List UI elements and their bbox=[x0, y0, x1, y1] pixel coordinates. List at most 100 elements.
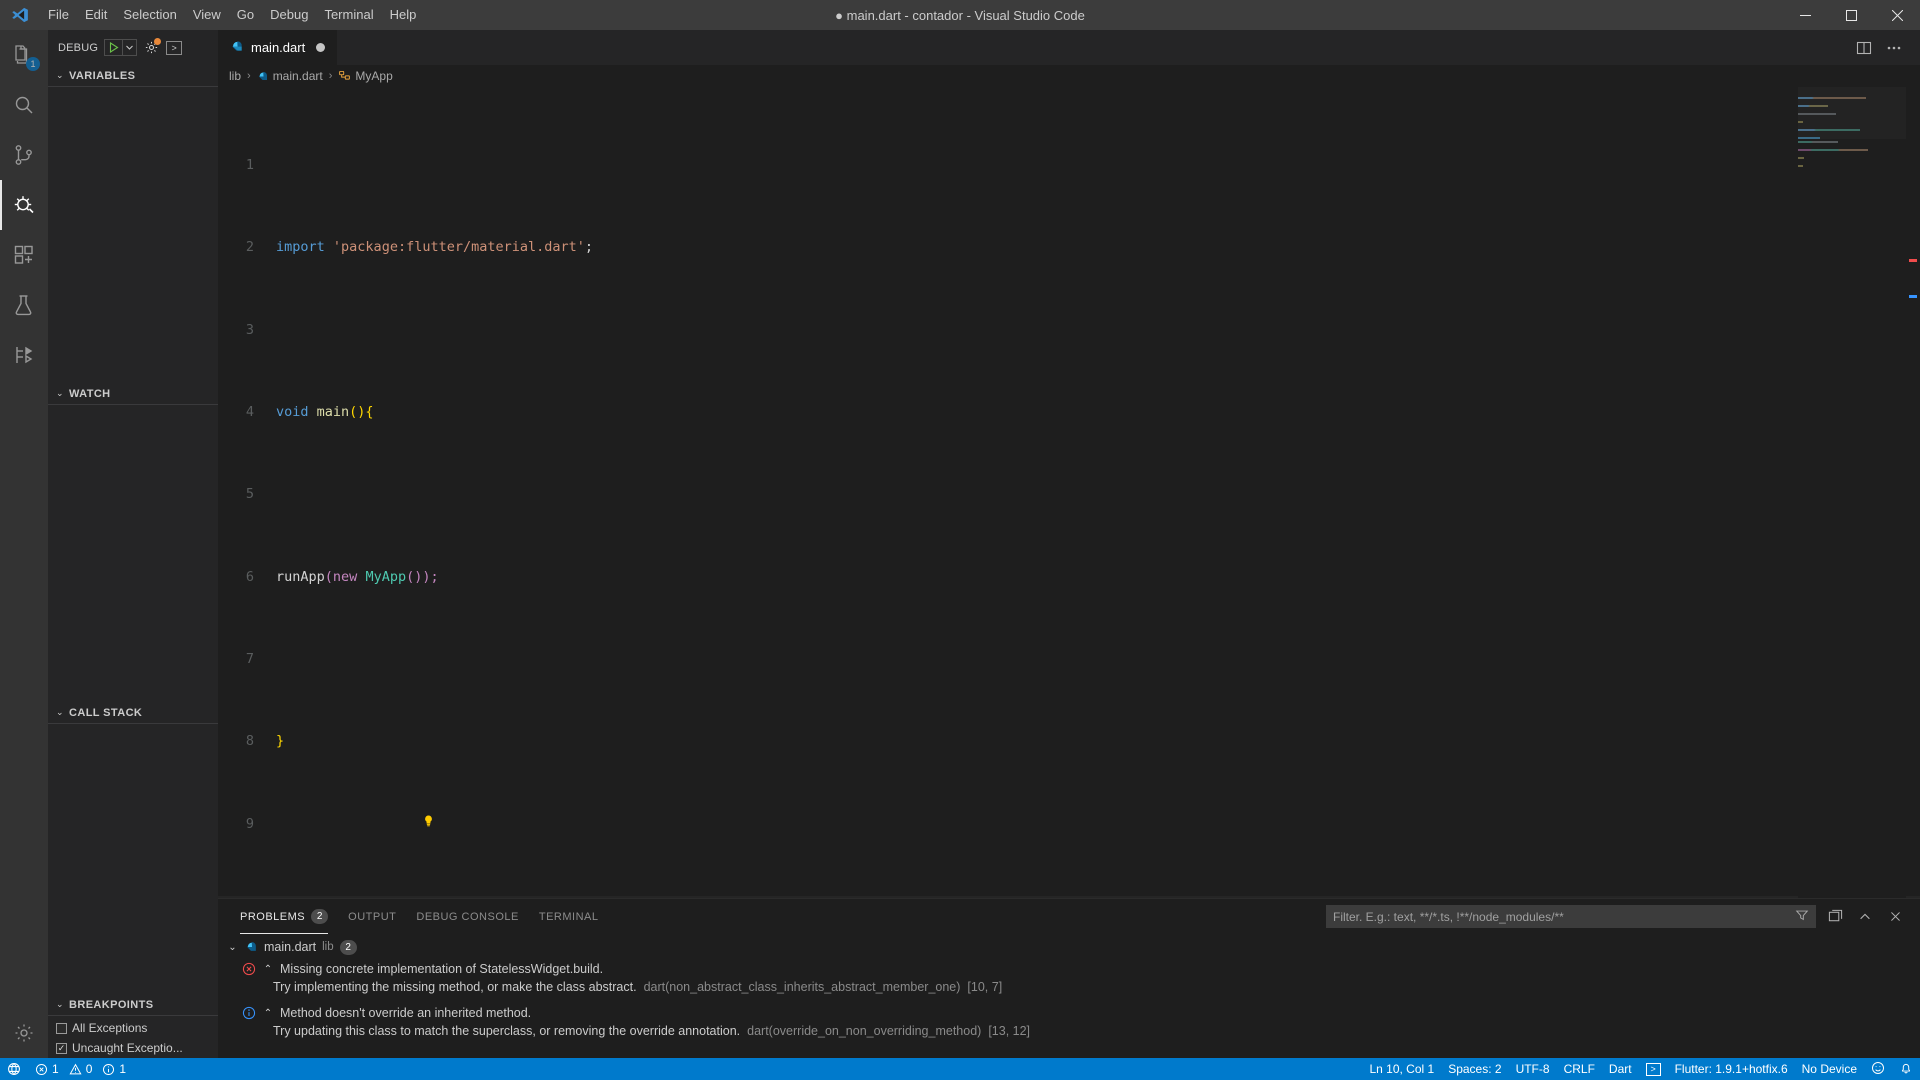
code-line[interactable]: 9 bbox=[218, 814, 1920, 835]
status-indentation[interactable]: Spaces: 2 bbox=[1441, 1058, 1508, 1080]
breadcrumb-item-myapp[interactable]: MyApp bbox=[338, 69, 393, 83]
chevron-down-icon[interactable] bbox=[122, 39, 136, 56]
manage-settings-gear-icon[interactable] bbox=[0, 1008, 48, 1058]
list-item[interactable]: ✓ Uncaught Exceptio... bbox=[48, 1038, 218, 1058]
quick-fix-lightbulb-icon[interactable] bbox=[276, 795, 435, 852]
dart-file-icon bbox=[257, 69, 269, 83]
code-viewport[interactable]: 1 2 import 'package:flutter/material.dar… bbox=[218, 87, 1920, 898]
play-icon[interactable] bbox=[105, 42, 122, 53]
tab-problems[interactable]: PROBLEMS 2 bbox=[230, 899, 338, 934]
section-header-breakpoints[interactable]: ⌄ BREAKPOINTS bbox=[48, 994, 218, 1016]
chevron-up-icon[interactable]: ⌃ bbox=[263, 1008, 273, 1019]
tab-debug-console[interactable]: DEBUG CONSOLE bbox=[406, 899, 528, 934]
checkbox-uncaught-exceptions[interactable]: ✓ bbox=[56, 1042, 67, 1054]
status-encoding[interactable]: UTF-8 bbox=[1509, 1058, 1557, 1080]
sidebar-item-testing[interactable] bbox=[0, 280, 48, 330]
status-notifications[interactable] bbox=[1892, 1058, 1920, 1080]
close-panel-close-icon[interactable] bbox=[1884, 906, 1906, 928]
status-open-debug-console[interactable]: > bbox=[1639, 1058, 1668, 1080]
menu-edit[interactable]: Edit bbox=[77, 0, 115, 30]
section-header-call-stack[interactable]: ⌄ CALL STACK bbox=[48, 702, 218, 724]
tab-terminal[interactable]: TERMINAL bbox=[529, 899, 609, 934]
problems-list[interactable]: ⌄ main.dart lib 2 ⌃ Missing concrete imp… bbox=[218, 934, 1920, 1058]
list-item[interactable]: All Exceptions bbox=[48, 1018, 218, 1038]
code-line-current[interactable]: 10 class MyApp extends StatelessWidget{ bbox=[218, 896, 1920, 898]
unsaved-dot-icon[interactable] bbox=[316, 43, 326, 52]
status-remote-indicator[interactable] bbox=[0, 1058, 28, 1080]
status-flutter-version[interactable]: Flutter: 1.9.1+hotfix.6 bbox=[1668, 1058, 1795, 1080]
split-editor-icon[interactable] bbox=[1850, 30, 1878, 65]
code-line[interactable]: 1 bbox=[218, 155, 1920, 176]
line-content[interactable]: runApp(new MyApp()); bbox=[276, 567, 1920, 588]
editor-vertical-scrollbar[interactable] bbox=[1906, 87, 1920, 898]
maximize-button[interactable] bbox=[1828, 0, 1874, 30]
chevron-up-icon[interactable]: ⌃ bbox=[263, 964, 273, 975]
line-content[interactable]: import 'package:flutter/material.dart'; bbox=[276, 237, 1920, 258]
menu-help[interactable]: Help bbox=[382, 0, 425, 30]
problems-file-row[interactable]: ⌄ main.dart lib 2 bbox=[218, 936, 1920, 958]
code-line[interactable]: 3 bbox=[218, 320, 1920, 341]
menu-debug[interactable]: Debug bbox=[262, 0, 316, 30]
sidebar-item-run-and-debug[interactable] bbox=[0, 180, 48, 230]
debug-configure-gear-icon[interactable] bbox=[143, 38, 162, 56]
tab-main-dart[interactable]: main.dart bbox=[218, 30, 339, 65]
problem-row-error[interactable]: ⌃ Missing concrete implementation of Sta… bbox=[218, 958, 1920, 980]
section-header-variables[interactable]: ⌄ VARIABLES bbox=[48, 65, 218, 87]
code-line[interactable]: 8 } bbox=[218, 731, 1920, 752]
window-controls[interactable] bbox=[1782, 0, 1920, 30]
status-error-count[interactable]: 1 0 1 bbox=[28, 1058, 133, 1080]
sidebar-item-source-control[interactable] bbox=[0, 130, 48, 180]
error-overview-marker[interactable] bbox=[1909, 259, 1917, 262]
line-content[interactable]: void main(){ bbox=[276, 402, 1920, 423]
maximize-panel-icon[interactable] bbox=[1824, 906, 1846, 928]
line-content[interactable] bbox=[276, 773, 1920, 876]
clear-filters-icon[interactable] bbox=[1795, 908, 1809, 925]
menu-selection[interactable]: Selection bbox=[115, 0, 184, 30]
problems-filter-input[interactable]: Filter. E.g.: text, **/*.ts, !**/node_mo… bbox=[1326, 905, 1816, 928]
status-language-mode[interactable]: Dart bbox=[1602, 1058, 1639, 1080]
line-content[interactable]: class MyApp extends StatelessWidget{ bbox=[276, 896, 1920, 898]
open-debug-console-icon[interactable]: > bbox=[166, 40, 183, 55]
info-overview-marker[interactable] bbox=[1909, 295, 1917, 298]
section-header-watch[interactable]: ⌄ WATCH bbox=[48, 383, 218, 405]
chevron-down-icon[interactable]: ⌄ bbox=[226, 942, 239, 953]
close-button[interactable] bbox=[1874, 0, 1920, 30]
vscode-window: File Edit Selection View Go Debug Termin… bbox=[0, 0, 1920, 1080]
code-line[interactable]: 7 bbox=[218, 649, 1920, 670]
code-line[interactable]: 4 void main(){ bbox=[218, 402, 1920, 423]
sidebar-item-search[interactable] bbox=[0, 80, 48, 130]
section-call-stack: ⌄ CALL STACK bbox=[48, 702, 218, 724]
bottom-panel: PROBLEMS 2 OUTPUT DEBUG CONSOLE TERMINAL bbox=[218, 898, 1920, 1058]
sidebar-item-extensions[interactable] bbox=[0, 230, 48, 280]
menu-bar[interactable]: File Edit Selection View Go Debug Termin… bbox=[40, 0, 424, 30]
sidebar-item-flutter-outline[interactable] bbox=[0, 330, 48, 380]
code-line[interactable]: 2 import 'package:flutter/material.dart'… bbox=[218, 237, 1920, 258]
status-device-selector[interactable]: No Device bbox=[1795, 1058, 1864, 1080]
tab-output[interactable]: OUTPUT bbox=[338, 899, 406, 934]
sidebar-item-explorer[interactable]: 1 bbox=[0, 30, 48, 80]
problem-row-info[interactable]: ⌃ Method doesn't override an inherited m… bbox=[218, 1002, 1920, 1024]
status-tweet-feedback[interactable] bbox=[1864, 1058, 1892, 1080]
menu-go[interactable]: Go bbox=[229, 0, 262, 30]
menu-file[interactable]: File bbox=[40, 0, 77, 30]
menu-terminal[interactable]: Terminal bbox=[316, 0, 381, 30]
breadcrumb-item-lib[interactable]: lib bbox=[229, 69, 241, 83]
code-line[interactable]: 6 runApp(new MyApp()); bbox=[218, 567, 1920, 588]
debug-title: DEBUG bbox=[58, 41, 99, 54]
minimap[interactable] bbox=[1798, 87, 1906, 898]
ellipsis-icon[interactable] bbox=[1880, 30, 1908, 65]
status-eol[interactable]: CRLF bbox=[1557, 1058, 1602, 1080]
breadcrumb-item-main-dart[interactable]: main.dart bbox=[257, 69, 323, 83]
line-number: 10 bbox=[218, 896, 276, 898]
debug-launch-control[interactable] bbox=[104, 39, 138, 56]
menu-view[interactable]: View bbox=[185, 0, 229, 30]
line-content[interactable]: } bbox=[276, 731, 1920, 752]
variables-body bbox=[48, 87, 218, 383]
checkbox-all-exceptions[interactable] bbox=[56, 1022, 67, 1034]
code-editor[interactable]: 1 2 import 'package:flutter/material.dar… bbox=[218, 87, 1920, 898]
code-line[interactable]: 5 bbox=[218, 484, 1920, 505]
editor-group: main.dart lib › main.dart › MyApp 1 2 im… bbox=[218, 30, 1920, 1058]
status-cursor-position[interactable]: Ln 10, Col 1 bbox=[1362, 1058, 1441, 1080]
minimize-button[interactable] bbox=[1782, 0, 1828, 30]
collapse-panel-chevron-up-icon[interactable] bbox=[1854, 906, 1876, 928]
